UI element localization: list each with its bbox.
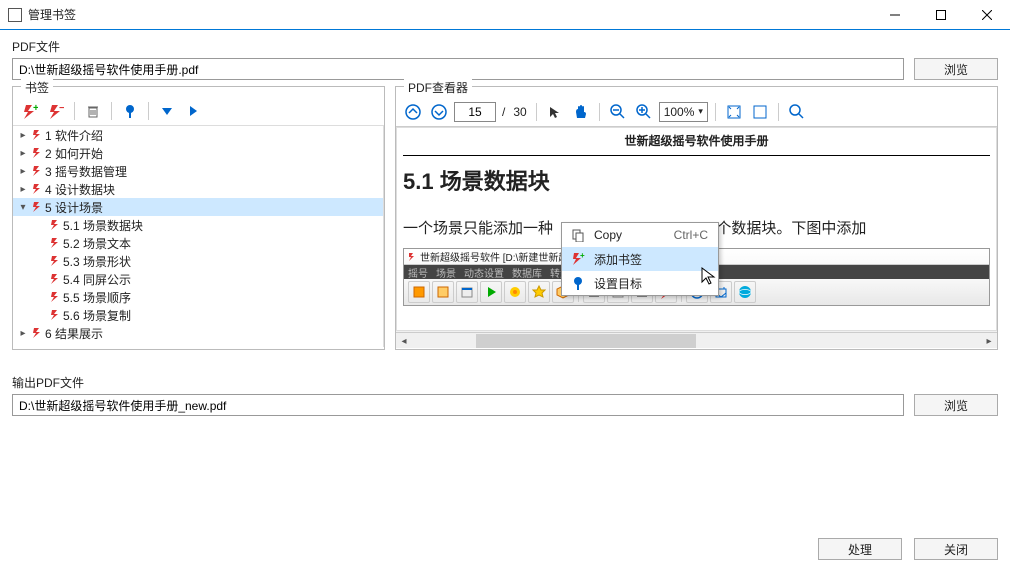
move-down-icon[interactable] bbox=[156, 100, 178, 122]
svg-text:+: + bbox=[580, 252, 585, 260]
tree-item[interactable]: ▸ 2 如何开始 bbox=[13, 144, 383, 162]
bookmark-flag-icon bbox=[29, 327, 45, 339]
maximize-button[interactable] bbox=[918, 0, 964, 30]
context-menu: Copy Ctrl+C + 添加书签 设置目标 bbox=[561, 222, 719, 296]
page-total: 30 bbox=[511, 105, 528, 119]
titlebar: 管理书签 bbox=[0, 0, 1010, 30]
copy-icon bbox=[570, 228, 586, 242]
tree-item[interactable]: 5.2 场景文本 bbox=[13, 234, 383, 252]
fit-width-icon[interactable] bbox=[749, 101, 771, 123]
pdf-path-input[interactable] bbox=[12, 58, 904, 80]
expand-arrow-icon[interactable]: ▾ bbox=[17, 202, 29, 213]
tree-item[interactable]: ▸ 1 软件介绍 bbox=[13, 126, 383, 144]
tree-item-label: 2 如何开始 bbox=[45, 145, 103, 162]
horizontal-scrollbar[interactable]: ◂▸ bbox=[396, 332, 997, 348]
viewer-toolbar: / 30 100%▾ bbox=[396, 97, 997, 127]
bookmark-flag-icon bbox=[47, 255, 63, 267]
expand-arrow-icon[interactable]: ▸ bbox=[17, 148, 29, 159]
bookmark-tree[interactable]: ▸1 软件介绍▸2 如何开始▸3 摇号数据管理▸4 设计数据块▾5 设计场景5.… bbox=[13, 125, 384, 347]
bookmark-flag-icon bbox=[47, 291, 63, 303]
page-up-icon[interactable] bbox=[402, 101, 424, 123]
close-dialog-button[interactable]: 关闭 bbox=[914, 538, 998, 560]
bookmark-flag-icon bbox=[47, 237, 63, 249]
remove-bookmark-icon[interactable]: − bbox=[45, 100, 67, 122]
bookmark-flag-icon bbox=[47, 219, 63, 231]
tree-item[interactable]: ▸ 3 摇号数据管理 bbox=[13, 162, 383, 180]
app-icon bbox=[8, 8, 22, 22]
search-icon[interactable] bbox=[786, 101, 808, 123]
bookmarks-legend: 书签 bbox=[21, 79, 53, 96]
tree-item-label: 5.6 场景复制 bbox=[63, 307, 131, 324]
tree-item[interactable]: 5.6 场景复制 bbox=[13, 306, 383, 324]
tree-item-label: 6 结果展示 bbox=[45, 325, 103, 342]
bookmark-flag-icon: + bbox=[570, 252, 586, 266]
tree-item-label: 5.4 同屏公示 bbox=[63, 271, 131, 288]
move-right-icon[interactable] bbox=[182, 100, 204, 122]
doc-header: 世新超级摇号软件使用手册 bbox=[403, 132, 990, 156]
tree-item-label: 4 设计数据块 bbox=[45, 181, 115, 198]
tree-item-label: 5.2 场景文本 bbox=[63, 235, 131, 252]
tree-item-label: 5.1 场景数据块 bbox=[63, 217, 143, 234]
add-bookmark-icon[interactable]: + bbox=[19, 100, 41, 122]
page-number-input[interactable] bbox=[454, 102, 496, 122]
browse-output-button[interactable]: 浏览 bbox=[914, 394, 998, 416]
pdf-viewer-panel: PDF查看器 / 30 100%▾ 世新超级摇号软件使用手册 5.1 场景数据块 bbox=[395, 86, 998, 350]
page-down-icon[interactable] bbox=[428, 101, 450, 123]
doc-heading: 5.1 场景数据块 bbox=[403, 164, 990, 196]
tree-item[interactable]: 5.4 同屏公示 bbox=[13, 270, 383, 288]
bookmark-flag-icon bbox=[29, 183, 45, 195]
tree-item[interactable]: ▸ 6 结果展示 bbox=[13, 324, 383, 342]
tree-item[interactable]: 5.5 场景顺序 bbox=[13, 288, 383, 306]
tree-item-label: 5.3 场景形状 bbox=[63, 253, 131, 270]
tree-item-label: 1 软件介绍 bbox=[45, 127, 103, 144]
zoom-out-icon[interactable] bbox=[607, 101, 629, 123]
tree-item-label: 3 摇号数据管理 bbox=[45, 163, 127, 180]
zoom-in-icon[interactable] bbox=[633, 101, 655, 123]
tree-item-label: 5.5 场景顺序 bbox=[63, 289, 131, 306]
pin-icon[interactable] bbox=[119, 100, 141, 122]
zoom-select[interactable]: 100%▾ bbox=[659, 102, 708, 122]
viewer-legend: PDF查看器 bbox=[404, 79, 472, 96]
page-separator: / bbox=[500, 105, 507, 119]
expand-arrow-icon[interactable]: ▸ bbox=[17, 184, 29, 195]
bookmark-flag-icon bbox=[29, 147, 45, 159]
location-pin-icon bbox=[570, 276, 586, 290]
bookmarks-panel: 书签 + − ▸1 软件介绍▸2 如何开始▸3 摇号数据管理▸4 设计数据块▾5… bbox=[12, 86, 385, 350]
pdf-file-label: PDF文件 bbox=[12, 38, 1010, 55]
pointer-tool-icon[interactable] bbox=[544, 101, 566, 123]
svg-text:−: − bbox=[59, 103, 64, 114]
expand-arrow-icon[interactable]: ▸ bbox=[17, 166, 29, 177]
output-file-label: 输出PDF文件 bbox=[12, 374, 1010, 391]
browse-pdf-button[interactable]: 浏览 bbox=[914, 58, 998, 80]
tree-item[interactable]: 5.1 场景数据块 bbox=[13, 216, 383, 234]
fit-page-icon[interactable] bbox=[723, 101, 745, 123]
window-title: 管理书签 bbox=[28, 6, 872, 23]
bookmark-flag-icon bbox=[47, 273, 63, 285]
bookmark-toolbar: + − bbox=[13, 97, 384, 125]
bookmark-flag-icon bbox=[29, 201, 45, 213]
cursor-icon bbox=[701, 267, 717, 287]
close-button[interactable] bbox=[964, 0, 1010, 30]
bookmark-flag-icon bbox=[29, 129, 45, 141]
expand-arrow-icon[interactable]: ▸ bbox=[17, 328, 29, 339]
minimize-button[interactable] bbox=[872, 0, 918, 30]
output-path-input[interactable] bbox=[12, 394, 904, 416]
context-set-target[interactable]: 设置目标 bbox=[562, 271, 718, 295]
process-button[interactable]: 处理 bbox=[818, 538, 902, 560]
expand-arrow-icon[interactable]: ▸ bbox=[17, 130, 29, 141]
tree-item[interactable]: ▾ 5 设计场景 bbox=[13, 198, 383, 216]
hand-tool-icon[interactable] bbox=[570, 101, 592, 123]
tree-item-label: 5 设计场景 bbox=[45, 199, 103, 216]
delete-icon[interactable] bbox=[82, 100, 104, 122]
context-add-bookmark[interactable]: + 添加书签 bbox=[562, 247, 718, 271]
tree-item[interactable]: ▸ 4 设计数据块 bbox=[13, 180, 383, 198]
bookmark-flag-icon bbox=[47, 309, 63, 321]
tree-item[interactable]: 5.3 场景形状 bbox=[13, 252, 383, 270]
context-copy[interactable]: Copy Ctrl+C bbox=[562, 223, 718, 247]
bookmark-flag-icon bbox=[29, 165, 45, 177]
svg-text:+: + bbox=[33, 103, 38, 114]
